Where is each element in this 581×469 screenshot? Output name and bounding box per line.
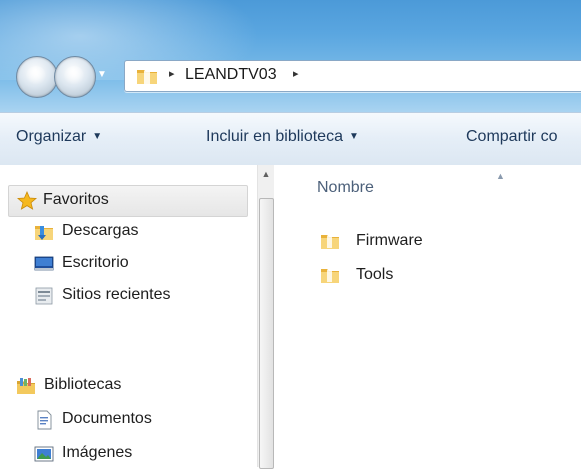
navigation-pane: Favoritos Descargas Escritorio Sitios re…: [0, 165, 258, 467]
sort-ascending-icon: ▲: [496, 171, 505, 181]
star-icon: [17, 191, 37, 210]
file-list-pane: ▲ Nombre Firmware Tools: [274, 165, 581, 467]
sidebar-item-label: Documentos: [62, 410, 152, 427]
organize-menu-button[interactable]: Organizar ▼: [16, 128, 102, 146]
sidebar-item-label: Sitios recientes: [62, 286, 171, 303]
navigation-scrollbar[interactable]: ▲: [257, 165, 274, 469]
organize-label: Organizar: [16, 128, 87, 145]
sidebar-item-label: Bibliotecas: [44, 376, 122, 393]
breadcrumb-chevron-icon[interactable]: ▸: [293, 67, 299, 80]
list-item-folder-firmware[interactable]: Firmware: [320, 229, 560, 255]
recent-places-icon: [35, 287, 53, 305]
column-header-name[interactable]: Nombre: [317, 179, 374, 197]
list-item-folder-tools[interactable]: Tools: [320, 263, 560, 289]
include-library-button[interactable]: Incluir en biblioteca ▼: [206, 128, 359, 146]
address-bar[interactable]: ▸ LEANDTV03 ▸: [124, 60, 581, 92]
folder-icon: [321, 269, 339, 283]
sidebar-item-label: Favoritos: [43, 191, 109, 208]
sidebar-item-desktop[interactable]: Escritorio: [0, 249, 246, 279]
forward-button[interactable]: [54, 56, 96, 98]
scroll-up-arrow-icon[interactable]: ▲: [258, 165, 274, 183]
file-name: Firmware: [356, 232, 423, 249]
sidebar-item-label: Descargas: [62, 222, 139, 239]
sidebar-item-images[interactable]: Imágenes: [0, 439, 246, 469]
back-button[interactable]: [16, 56, 58, 98]
chevron-down-icon: ▼: [348, 131, 359, 142]
chevron-down-icon: ▼: [92, 131, 103, 142]
sidebar-item-favorites[interactable]: Favoritos: [8, 185, 248, 217]
command-bar: Organizar ▼ Incluir en biblioteca ▼ Compar…: [0, 112, 581, 166]
downloads-folder-icon: [35, 226, 53, 240]
sidebar-item-label: Imágenes: [62, 444, 133, 461]
sidebar-item-documents[interactable]: Documentos: [0, 405, 246, 435]
sidebar-item-downloads[interactable]: Descargas: [0, 217, 246, 247]
desktop-icon: [34, 256, 54, 271]
folder-icon: [137, 70, 157, 85]
recent-pages-chevron-down-icon[interactable]: ▼: [96, 66, 108, 84]
folder-icon: [321, 235, 339, 249]
file-name: Tools: [356, 266, 394, 283]
include-library-label: Incluir en biblioteca: [206, 128, 343, 145]
libraries-icon: [17, 378, 35, 394]
documents-icon: [37, 410, 52, 430]
breadcrumb-current-folder[interactable]: LEANDTV03: [185, 66, 277, 84]
share-button[interactable]: Compartir co: [466, 128, 558, 146]
sidebar-item-libraries[interactable]: Bibliotecas: [0, 371, 246, 401]
share-label: Compartir co: [466, 128, 558, 145]
scroll-thumb[interactable]: [259, 198, 274, 469]
sidebar-item-label: Escritorio: [62, 254, 129, 271]
images-icon: [34, 446, 54, 462]
sidebar-item-recent-places[interactable]: Sitios recientes: [0, 281, 246, 311]
window-titlebar: ▼ ▸ LEANDTV03 ▸: [0, 0, 581, 112]
breadcrumb-separator-icon[interactable]: ▸: [169, 67, 175, 80]
